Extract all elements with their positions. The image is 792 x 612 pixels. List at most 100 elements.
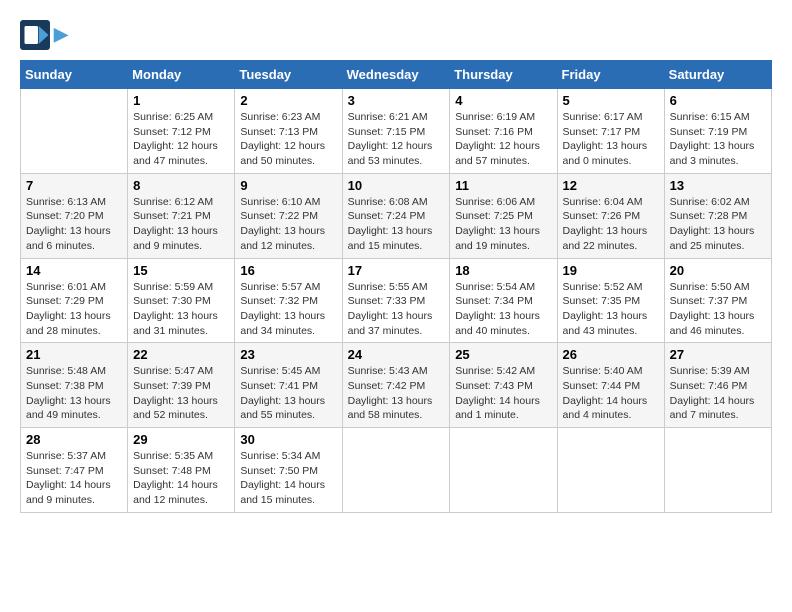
day-number: 29 (133, 432, 229, 447)
day-info: Sunrise: 5:47 AM Sunset: 7:39 PM Dayligh… (133, 364, 229, 423)
day-number: 14 (26, 263, 122, 278)
calendar-cell: 2 Sunrise: 6:23 AM Sunset: 7:13 PM Daylig… (235, 89, 342, 174)
day-number: 22 (133, 347, 229, 362)
day-number: 1 (133, 93, 229, 108)
calendar-cell: 29 Sunrise: 5:35 AM Sunset: 7:48 PM Dayli… (128, 428, 235, 513)
day-info: Sunrise: 5:37 AM Sunset: 7:47 PM Dayligh… (26, 449, 122, 508)
day-info: Sunrise: 6:19 AM Sunset: 7:16 PM Dayligh… (455, 110, 551, 169)
day-info: Sunrise: 5:39 AM Sunset: 7:46 PM Dayligh… (670, 364, 766, 423)
day-info: Sunrise: 6:08 AM Sunset: 7:24 PM Dayligh… (348, 195, 445, 254)
week-row-1: 1 Sunrise: 6:25 AM Sunset: 7:12 PM Daylig… (21, 89, 772, 174)
calendar-cell: 16 Sunrise: 5:57 AM Sunset: 7:32 PM Dayli… (235, 258, 342, 343)
calendar-cell: 27Sunrise: 5:39 AM Sunset: 7:46 PM Dayli… (664, 343, 771, 428)
calendar-cell: 26 Sunrise: 5:40 AM Sunset: 7:44 PM Dayli… (557, 343, 664, 428)
calendar-cell: 24 Sunrise: 5:43 AM Sunset: 7:42 PM Dayli… (342, 343, 450, 428)
day-info: Sunrise: 6:21 AM Sunset: 7:15 PM Dayligh… (348, 110, 445, 169)
day-number: 8 (133, 178, 229, 193)
calendar-cell: 21Sunrise: 5:48 AM Sunset: 7:38 PM Dayli… (21, 343, 128, 428)
calendar-cell: 13Sunrise: 6:02 AM Sunset: 7:28 PM Dayli… (664, 173, 771, 258)
day-info: Sunrise: 6:02 AM Sunset: 7:28 PM Dayligh… (670, 195, 766, 254)
day-info: Sunrise: 5:57 AM Sunset: 7:32 PM Dayligh… (240, 280, 336, 339)
day-info: Sunrise: 6:12 AM Sunset: 7:21 PM Dayligh… (133, 195, 229, 254)
day-number: 12 (563, 178, 659, 193)
day-number: 20 (670, 263, 766, 278)
day-info: Sunrise: 5:34 AM Sunset: 7:50 PM Dayligh… (240, 449, 336, 508)
week-row-3: 14 Sunrise: 6:01 AM Sunset: 7:29 PM Dayli… (21, 258, 772, 343)
day-number: 16 (240, 263, 336, 278)
day-info: Sunrise: 5:48 AM Sunset: 7:38 PM Dayligh… (26, 364, 122, 423)
day-number: 9 (240, 178, 336, 193)
calendar-cell: 11 Sunrise: 6:06 AM Sunset: 7:25 PM Dayli… (450, 173, 557, 258)
calendar-cell (557, 428, 664, 513)
calendar-cell (450, 428, 557, 513)
day-number: 15 (133, 263, 229, 278)
calendar-cell: 17 Sunrise: 5:55 AM Sunset: 7:33 PM Dayli… (342, 258, 450, 343)
calendar-cell: 6 Sunrise: 6:15 AM Sunset: 7:19 PM Daylig… (664, 89, 771, 174)
day-number: 19 (563, 263, 659, 278)
week-row-4: 21Sunrise: 5:48 AM Sunset: 7:38 PM Dayli… (21, 343, 772, 428)
day-info: Sunrise: 5:35 AM Sunset: 7:48 PM Dayligh… (133, 449, 229, 508)
day-number: 23 (240, 347, 336, 362)
week-row-2: 7Sunrise: 6:13 AM Sunset: 7:20 PM Daylig… (21, 173, 772, 258)
calendar-cell (342, 428, 450, 513)
calendar-cell: 30 Sunrise: 5:34 AM Sunset: 7:50 PM Dayli… (235, 428, 342, 513)
day-info: Sunrise: 6:23 AM Sunset: 7:13 PM Dayligh… (240, 110, 336, 169)
day-info: Sunrise: 6:06 AM Sunset: 7:25 PM Dayligh… (455, 195, 551, 254)
day-number: 2 (240, 93, 336, 108)
day-info: Sunrise: 6:01 AM Sunset: 7:29 PM Dayligh… (26, 280, 122, 339)
day-info: Sunrise: 5:45 AM Sunset: 7:41 PM Dayligh… (240, 364, 336, 423)
calendar-cell: 7Sunrise: 6:13 AM Sunset: 7:20 PM Daylig… (21, 173, 128, 258)
page-header: ▶ (20, 20, 772, 50)
weekday-header-friday: Friday (557, 61, 664, 89)
day-info: Sunrise: 5:43 AM Sunset: 7:42 PM Dayligh… (348, 364, 445, 423)
calendar-cell: 5 Sunrise: 6:17 AM Sunset: 7:17 PM Daylig… (557, 89, 664, 174)
calendar-cell: 3 Sunrise: 6:21 AM Sunset: 7:15 PM Daylig… (342, 89, 450, 174)
day-number: 10 (348, 178, 445, 193)
calendar-cell: 28Sunrise: 5:37 AM Sunset: 7:47 PM Dayli… (21, 428, 128, 513)
calendar-cell: 19Sunrise: 5:52 AM Sunset: 7:35 PM Dayli… (557, 258, 664, 343)
calendar-cell: 23 Sunrise: 5:45 AM Sunset: 7:41 PM Dayli… (235, 343, 342, 428)
day-info: Sunrise: 5:54 AM Sunset: 7:34 PM Dayligh… (455, 280, 551, 339)
day-number: 25 (455, 347, 551, 362)
day-info: Sunrise: 5:55 AM Sunset: 7:33 PM Dayligh… (348, 280, 445, 339)
calendar-cell: 22 Sunrise: 5:47 AM Sunset: 7:39 PM Dayli… (128, 343, 235, 428)
calendar-cell: 4 Sunrise: 6:19 AM Sunset: 7:16 PM Daylig… (450, 89, 557, 174)
calendar-cell: 8 Sunrise: 6:12 AM Sunset: 7:21 PM Daylig… (128, 173, 235, 258)
day-info: Sunrise: 6:10 AM Sunset: 7:22 PM Dayligh… (240, 195, 336, 254)
calendar-cell (664, 428, 771, 513)
calendar-cell: 14 Sunrise: 6:01 AM Sunset: 7:29 PM Dayli… (21, 258, 128, 343)
calendar-cell: 10 Sunrise: 6:08 AM Sunset: 7:24 PM Dayli… (342, 173, 450, 258)
day-number: 26 (563, 347, 659, 362)
day-info: Sunrise: 6:17 AM Sunset: 7:17 PM Dayligh… (563, 110, 659, 169)
logo-text: ▶ (54, 24, 68, 46)
calendar-cell: 20 Sunrise: 5:50 AM Sunset: 7:37 PM Dayli… (664, 258, 771, 343)
day-number: 11 (455, 178, 551, 193)
calendar-cell: 9 Sunrise: 6:10 AM Sunset: 7:22 PM Daylig… (235, 173, 342, 258)
weekday-header-wednesday: Wednesday (342, 61, 450, 89)
calendar-cell: 25Sunrise: 5:42 AM Sunset: 7:43 PM Dayli… (450, 343, 557, 428)
day-number: 7 (26, 178, 122, 193)
day-info: Sunrise: 6:04 AM Sunset: 7:26 PM Dayligh… (563, 195, 659, 254)
day-info: Sunrise: 5:50 AM Sunset: 7:37 PM Dayligh… (670, 280, 766, 339)
calendar-cell: 12 Sunrise: 6:04 AM Sunset: 7:26 PM Dayli… (557, 173, 664, 258)
weekday-header-monday: Monday (128, 61, 235, 89)
day-number: 30 (240, 432, 336, 447)
calendar-cell: 1 Sunrise: 6:25 AM Sunset: 7:12 PM Daylig… (128, 89, 235, 174)
weekday-header-sunday: Sunday (21, 61, 128, 89)
day-info: Sunrise: 5:40 AM Sunset: 7:44 PM Dayligh… (563, 364, 659, 423)
day-number: 3 (348, 93, 445, 108)
calendar-cell: 18Sunrise: 5:54 AM Sunset: 7:34 PM Dayli… (450, 258, 557, 343)
logo: ▶ (20, 20, 68, 50)
logo-icon (20, 20, 50, 50)
day-number: 17 (348, 263, 445, 278)
calendar-table: SundayMondayTuesdayWednesdayThursdayFrid… (20, 60, 772, 513)
day-number: 24 (348, 347, 445, 362)
day-info: Sunrise: 6:25 AM Sunset: 7:12 PM Dayligh… (133, 110, 229, 169)
week-row-5: 28Sunrise: 5:37 AM Sunset: 7:47 PM Dayli… (21, 428, 772, 513)
day-number: 5 (563, 93, 659, 108)
weekday-header-row: SundayMondayTuesdayWednesdayThursdayFrid… (21, 61, 772, 89)
day-info: Sunrise: 6:15 AM Sunset: 7:19 PM Dayligh… (670, 110, 766, 169)
day-number: 4 (455, 93, 551, 108)
day-number: 6 (670, 93, 766, 108)
calendar-cell (21, 89, 128, 174)
